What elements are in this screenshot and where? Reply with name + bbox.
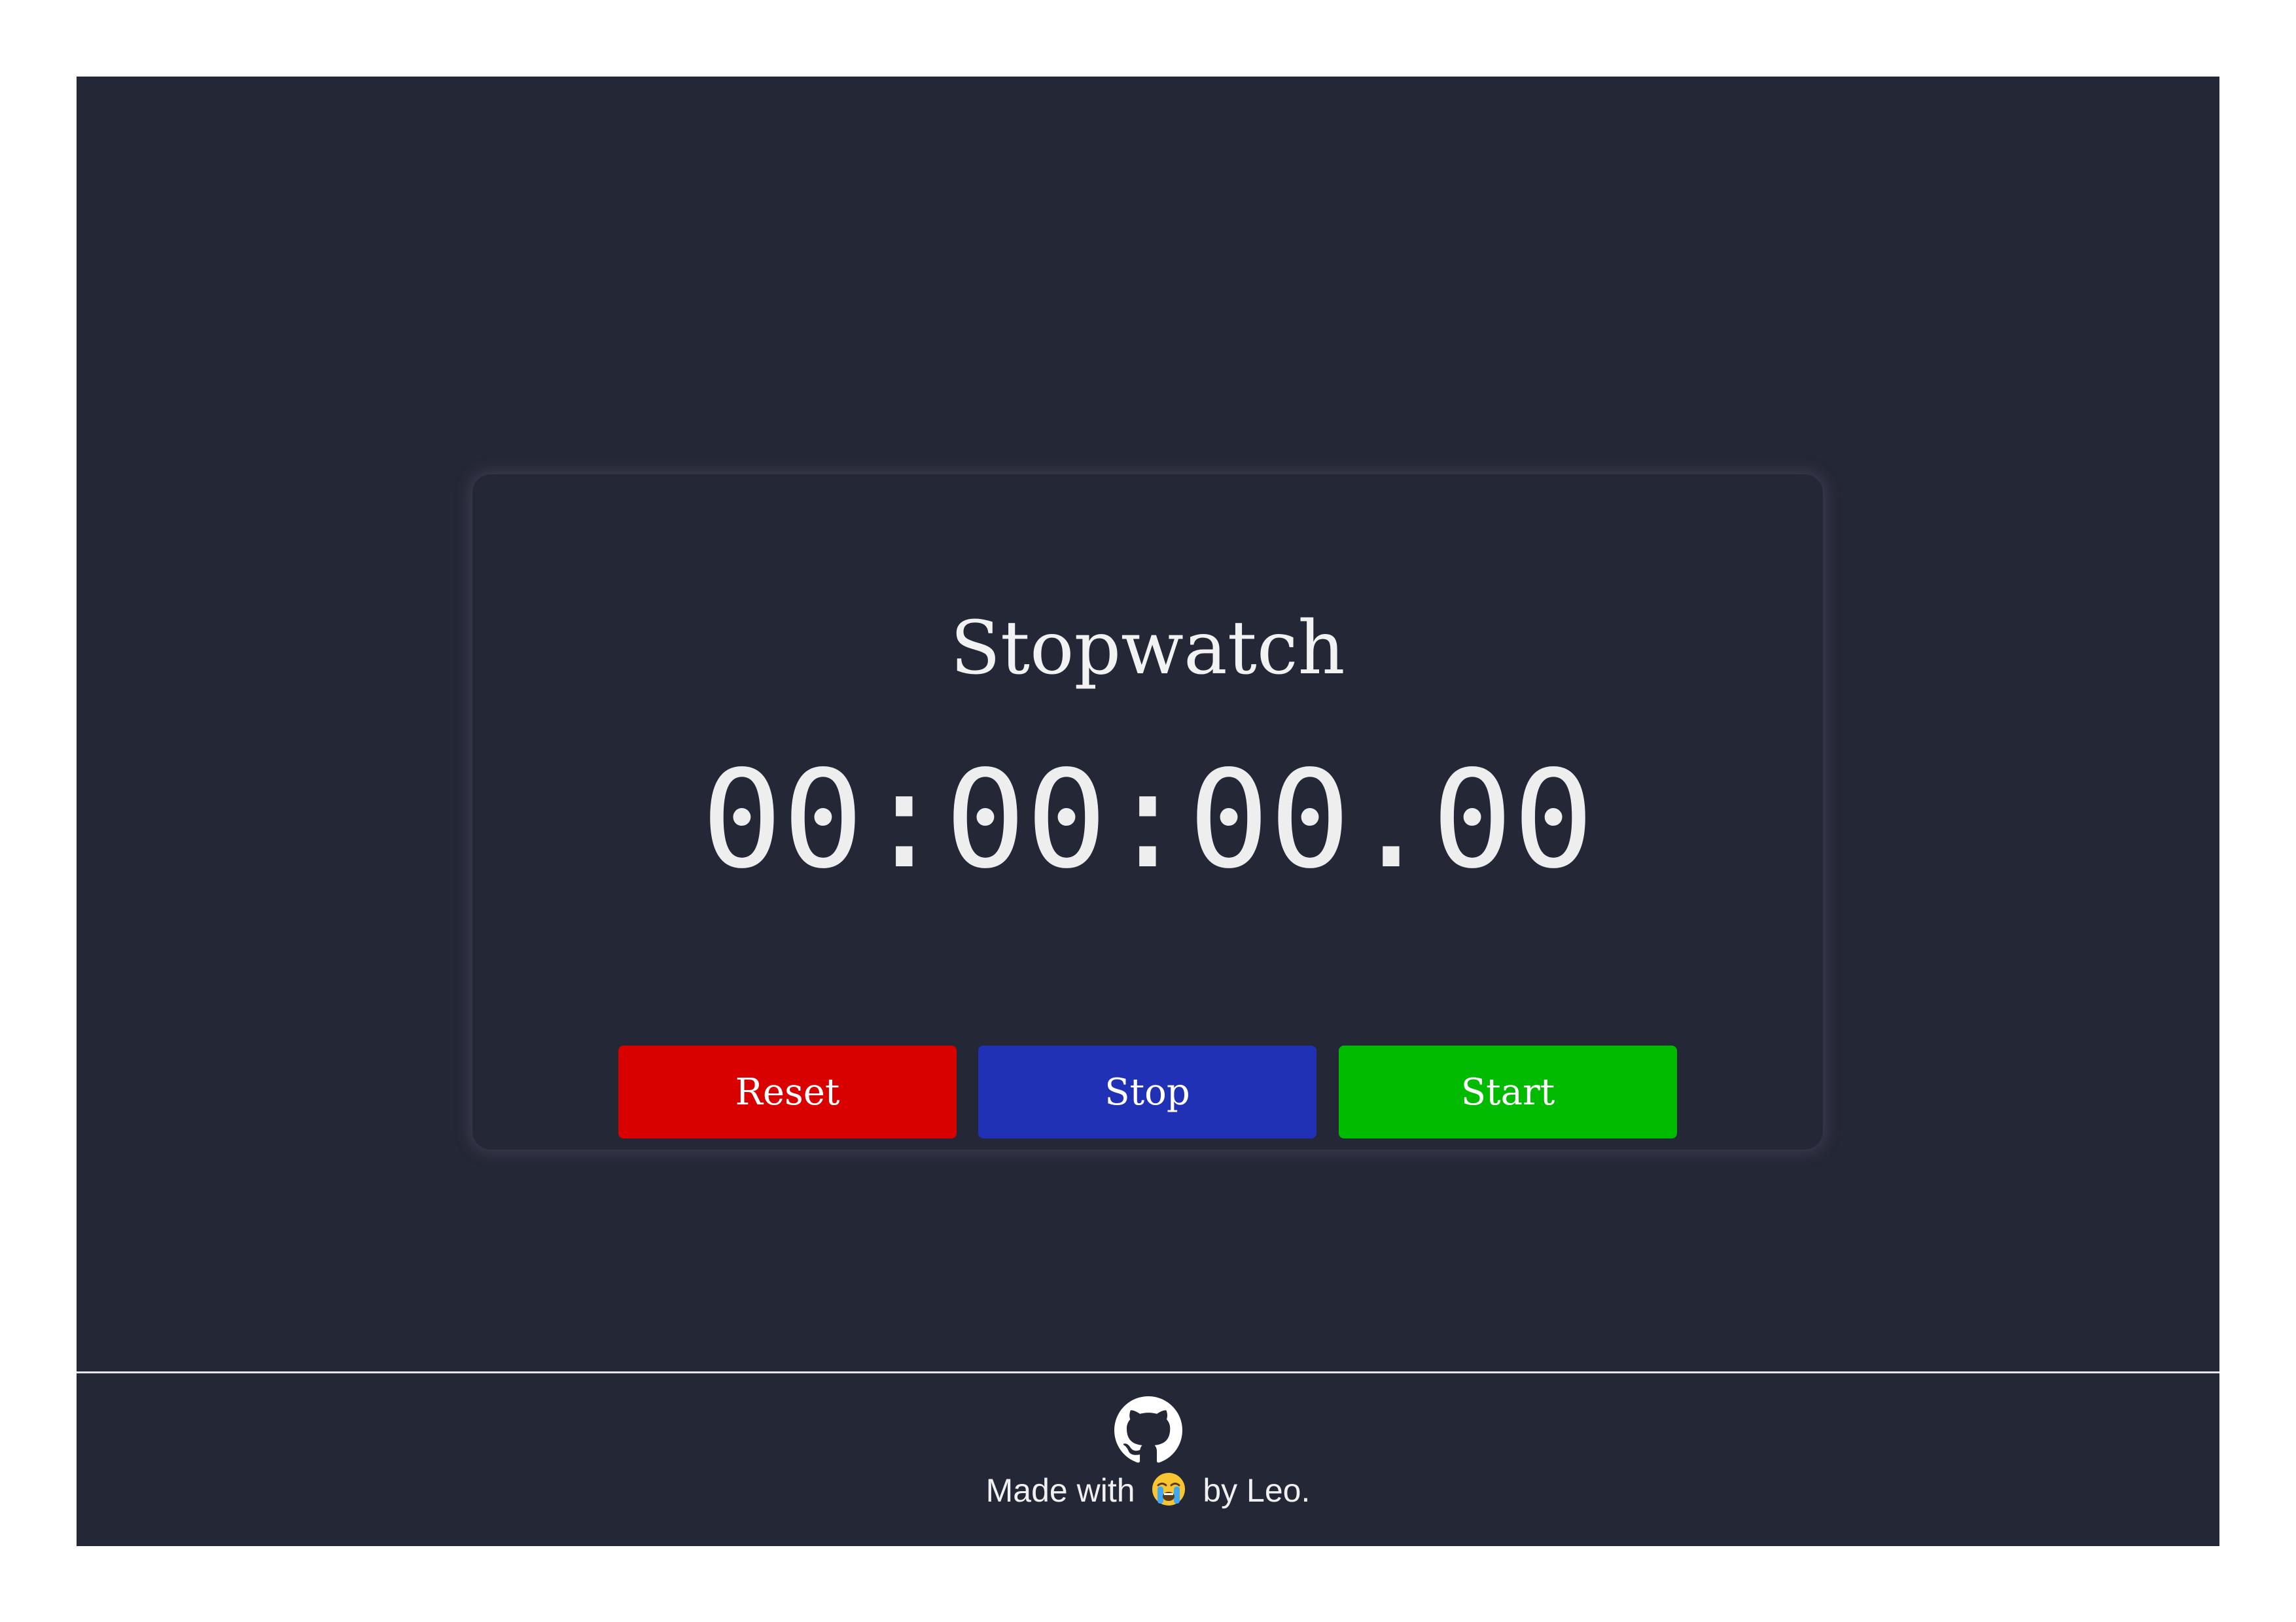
time-display: 00:00:00.00 [701,741,1595,898]
controls-row: Reset Stop Start [618,1046,1677,1138]
footer: Made with by Leo. [77,1373,2219,1546]
by-author-label: by Leo. [1203,1472,1311,1509]
app-window: Stopwatch 00:00:00.00 Reset Stop Start M… [77,77,2219,1546]
crying-face-icon [1152,1472,1186,1506]
made-with-label: Made with [985,1472,1135,1509]
footer-credit: Made with by Leo. [77,1472,2219,1511]
reset-button[interactable]: Reset [618,1046,957,1138]
stopwatch-title: Stopwatch [950,606,1345,691]
github-icon[interactable] [1114,1396,1182,1464]
start-button[interactable]: Start [1339,1046,1677,1138]
stopwatch-card: Stopwatch 00:00:00.00 Reset Stop Start [472,474,1823,1150]
stop-button[interactable]: Stop [978,1046,1316,1138]
